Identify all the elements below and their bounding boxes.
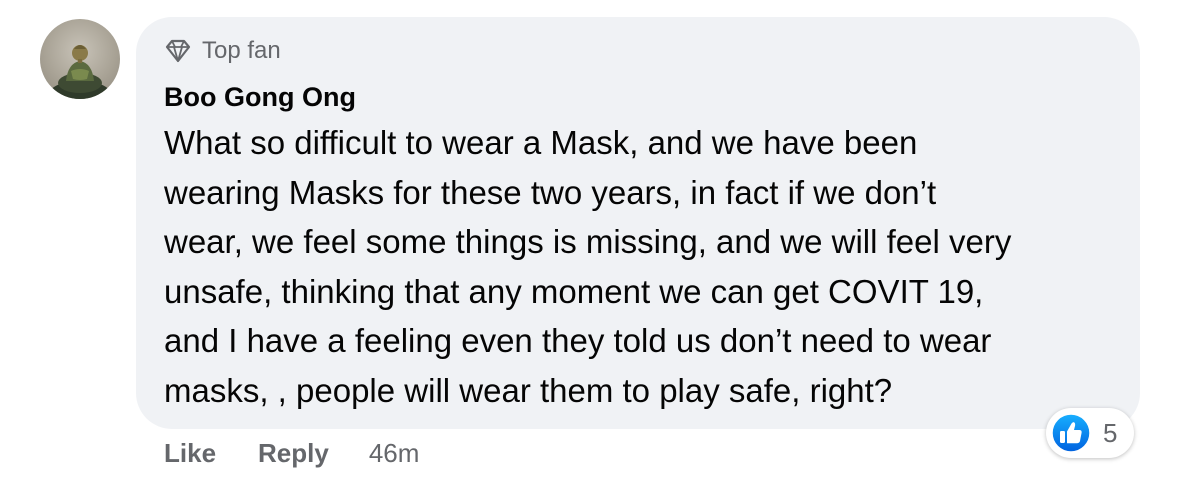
top-fan-badge[interactable]: Top fan xyxy=(164,36,281,66)
comment-body-line: unsafe, thinking that any moment we can … xyxy=(164,272,984,310)
badge-label: Top fan xyxy=(202,37,281,64)
buddha-statue-icon xyxy=(50,45,110,99)
comment-body-line: What so difficult to wear a Mask, and we… xyxy=(164,124,918,161)
comment-actions: Like Reply 46m xyxy=(164,436,419,470)
diamond-icon xyxy=(165,39,191,63)
comment-body-line: wear, we feel some things is missing, an… xyxy=(164,223,1012,260)
comment-author[interactable]: Boo Gong Ong xyxy=(164,82,356,113)
comment-timestamp[interactable]: 46m xyxy=(369,438,420,469)
like-button[interactable]: Like xyxy=(164,438,216,469)
reaction-summary[interactable]: 5 xyxy=(1046,408,1134,458)
comment-body-line: masks, , people will wear them to play s… xyxy=(164,371,893,409)
comment-body-line: wearing Masks for these two years, in fa… xyxy=(164,173,937,211)
avatar[interactable] xyxy=(40,19,120,99)
comment-body: What so difficult to wear a Mask, and we… xyxy=(164,118,1124,415)
comment-body-line: and I have a feeling even they told us d… xyxy=(164,322,992,359)
thumbs-up-icon xyxy=(1051,413,1091,453)
comment: Top fan Boo Gong Ong What so difficult t… xyxy=(0,0,1200,483)
reply-button[interactable]: Reply xyxy=(258,438,329,469)
reaction-count: 5 xyxy=(1103,417,1118,448)
